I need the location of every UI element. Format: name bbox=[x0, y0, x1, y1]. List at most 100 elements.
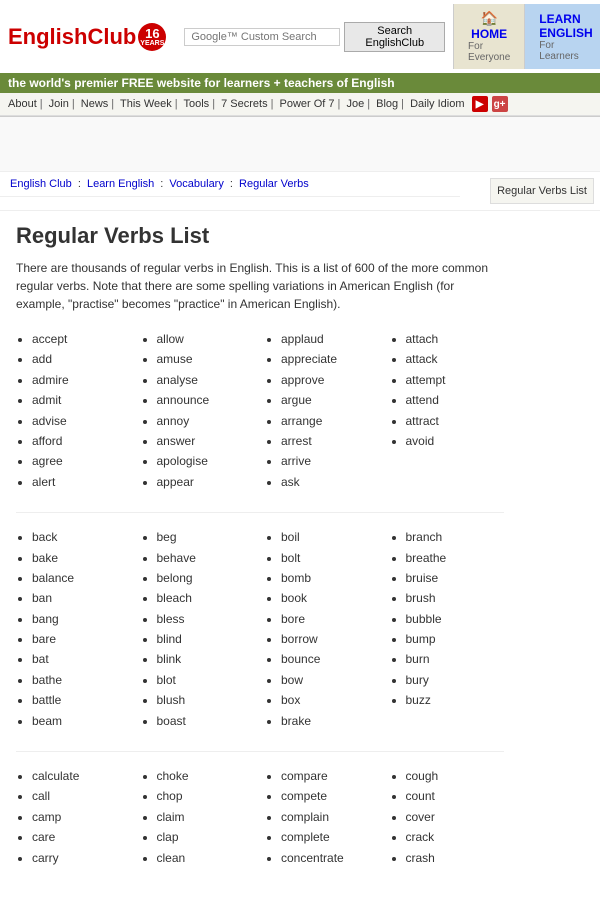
section-divider-2 bbox=[16, 751, 504, 752]
verb-col-a4: attach attack attempt attend attract avo… bbox=[390, 329, 505, 492]
tab-home-title: HOME bbox=[471, 27, 507, 41]
verb-col-c2: choke chop claim clap clean bbox=[141, 766, 256, 868]
nav-daily-idiom[interactable]: Daily Idiom bbox=[410, 98, 464, 110]
list-item: brake bbox=[281, 711, 380, 731]
list-item: bow bbox=[281, 670, 380, 690]
list-item: boil bbox=[281, 527, 380, 547]
breadcrumb-englishclub[interactable]: English Club bbox=[10, 178, 72, 190]
list-item: allow bbox=[157, 329, 256, 349]
list-item: burn bbox=[406, 649, 505, 669]
search-button[interactable]: Search EnglishClub bbox=[344, 22, 445, 52]
header: EnglishClub 16 YEARS Search EnglishClub … bbox=[0, 0, 600, 117]
nav-power-of-7[interactable]: Power Of 7 bbox=[280, 98, 335, 110]
verb-col-a1: accept add admire admit advise afford ag… bbox=[16, 329, 131, 492]
list-item: borrow bbox=[281, 629, 380, 649]
tab-learn[interactable]: LEARN ENGLISH For Learners bbox=[524, 4, 600, 69]
list-item: announce bbox=[157, 390, 256, 410]
nav-news[interactable]: News bbox=[81, 98, 109, 110]
list-item: annoy bbox=[157, 411, 256, 431]
list-item: analyse bbox=[157, 370, 256, 390]
list-item: brush bbox=[406, 588, 505, 608]
list-item: beam bbox=[32, 711, 131, 731]
youtube-icon[interactable]: ▶ bbox=[472, 96, 488, 112]
verb-col-c4: cough count cover crack crash bbox=[390, 766, 505, 868]
list-item: blink bbox=[157, 649, 256, 669]
list-item: concentrate bbox=[281, 848, 380, 868]
list-item: applaud bbox=[281, 329, 380, 349]
tab-learn-title: LEARN ENGLISH bbox=[539, 12, 592, 40]
breadcrumb-learn-english[interactable]: Learn English bbox=[87, 178, 154, 190]
verbs-section-c: calculate call camp care carry choke cho… bbox=[16, 766, 504, 868]
list-item: bruise bbox=[406, 568, 505, 588]
list-item: belong bbox=[157, 568, 256, 588]
nav-tabs: 🏠 HOME For Everyone LEARN ENGLISH For Le… bbox=[453, 4, 600, 69]
tab-home[interactable]: 🏠 HOME For Everyone bbox=[453, 4, 524, 69]
nav-joe[interactable]: Joe bbox=[346, 98, 364, 110]
verb-col-c3: compare compete complain complete concen… bbox=[265, 766, 380, 868]
logo-area: EnglishClub 16 YEARS bbox=[8, 23, 166, 51]
list-item: attack bbox=[406, 349, 505, 369]
nav-this-week[interactable]: This Week bbox=[120, 98, 172, 110]
nav-about[interactable]: About bbox=[8, 98, 37, 110]
years-badge: 16 YEARS bbox=[138, 23, 166, 51]
list-item: blot bbox=[157, 670, 256, 690]
nav-links: About| Join| News| This Week| Tools| 7 S… bbox=[0, 93, 600, 116]
list-item: camp bbox=[32, 807, 131, 827]
search-bar: Search EnglishClub bbox=[184, 22, 445, 52]
main-content: Regular Verbs List There are thousands o… bbox=[0, 211, 520, 900]
list-item: appear bbox=[157, 472, 256, 492]
list-item: bump bbox=[406, 629, 505, 649]
verb-col-a3: applaud appreciate approve argue arrange… bbox=[265, 329, 380, 492]
nav-7-secrets[interactable]: 7 Secrets bbox=[221, 98, 267, 110]
list-item: bang bbox=[32, 609, 131, 629]
list-item: afford bbox=[32, 431, 131, 451]
verb-col-c1: calculate call camp care carry bbox=[16, 766, 131, 868]
tab-home-sub: For Everyone bbox=[468, 41, 510, 63]
list-item: call bbox=[32, 786, 131, 806]
nav-join[interactable]: Join bbox=[49, 98, 69, 110]
breadcrumb-regular-verbs[interactable]: Regular Verbs bbox=[239, 178, 309, 190]
breadcrumb-vocabulary[interactable]: Vocabulary bbox=[169, 178, 223, 190]
list-item: attend bbox=[406, 390, 505, 410]
list-item: carry bbox=[32, 848, 131, 868]
tab-learn-sub: For Learners bbox=[539, 40, 592, 62]
intro-text: There are thousands of regular verbs in … bbox=[16, 259, 504, 313]
nav-tools[interactable]: Tools bbox=[184, 98, 210, 110]
list-item: arrest bbox=[281, 431, 380, 451]
googleplus-icon[interactable]: g+ bbox=[492, 96, 508, 112]
list-item: attract bbox=[406, 411, 505, 431]
list-item: choke bbox=[157, 766, 256, 786]
list-item: approve bbox=[281, 370, 380, 390]
list-item: ban bbox=[32, 588, 131, 608]
list-item: add bbox=[32, 349, 131, 369]
list-item: bless bbox=[157, 609, 256, 629]
list-item: balance bbox=[32, 568, 131, 588]
verbs-section-b: back bake balance ban bang bare bat bath… bbox=[16, 527, 504, 731]
list-item: claim bbox=[157, 807, 256, 827]
list-item: apologise bbox=[157, 451, 256, 471]
list-item: compare bbox=[281, 766, 380, 786]
list-item: care bbox=[32, 827, 131, 847]
search-input[interactable] bbox=[184, 28, 340, 46]
verb-col-b2: beg behave belong bleach bless blind bli… bbox=[141, 527, 256, 731]
verb-col-b1: back bake balance ban bang bare bat bath… bbox=[16, 527, 131, 731]
breadcrumb: English Club : Learn English : Vocabular… bbox=[0, 172, 460, 197]
list-item: branch bbox=[406, 527, 505, 547]
list-item: compete bbox=[281, 786, 380, 806]
list-item: admit bbox=[32, 390, 131, 410]
list-item: battle bbox=[32, 690, 131, 710]
list-item: accept bbox=[32, 329, 131, 349]
list-item: attempt bbox=[406, 370, 505, 390]
list-item: chop bbox=[157, 786, 256, 806]
list-item: bare bbox=[32, 629, 131, 649]
list-item: back bbox=[32, 527, 131, 547]
list-item: clean bbox=[157, 848, 256, 868]
list-item: bleach bbox=[157, 588, 256, 608]
nav-blog[interactable]: Blog bbox=[376, 98, 398, 110]
list-item: argue bbox=[281, 390, 380, 410]
list-item: behave bbox=[157, 548, 256, 568]
verb-col-a2: allow amuse analyse announce annoy answe… bbox=[141, 329, 256, 492]
verbs-section-a: accept add admire admit advise afford ag… bbox=[16, 329, 504, 492]
verbs-grid-a: accept add admire admit advise afford ag… bbox=[16, 329, 504, 492]
list-item: ask bbox=[281, 472, 380, 492]
